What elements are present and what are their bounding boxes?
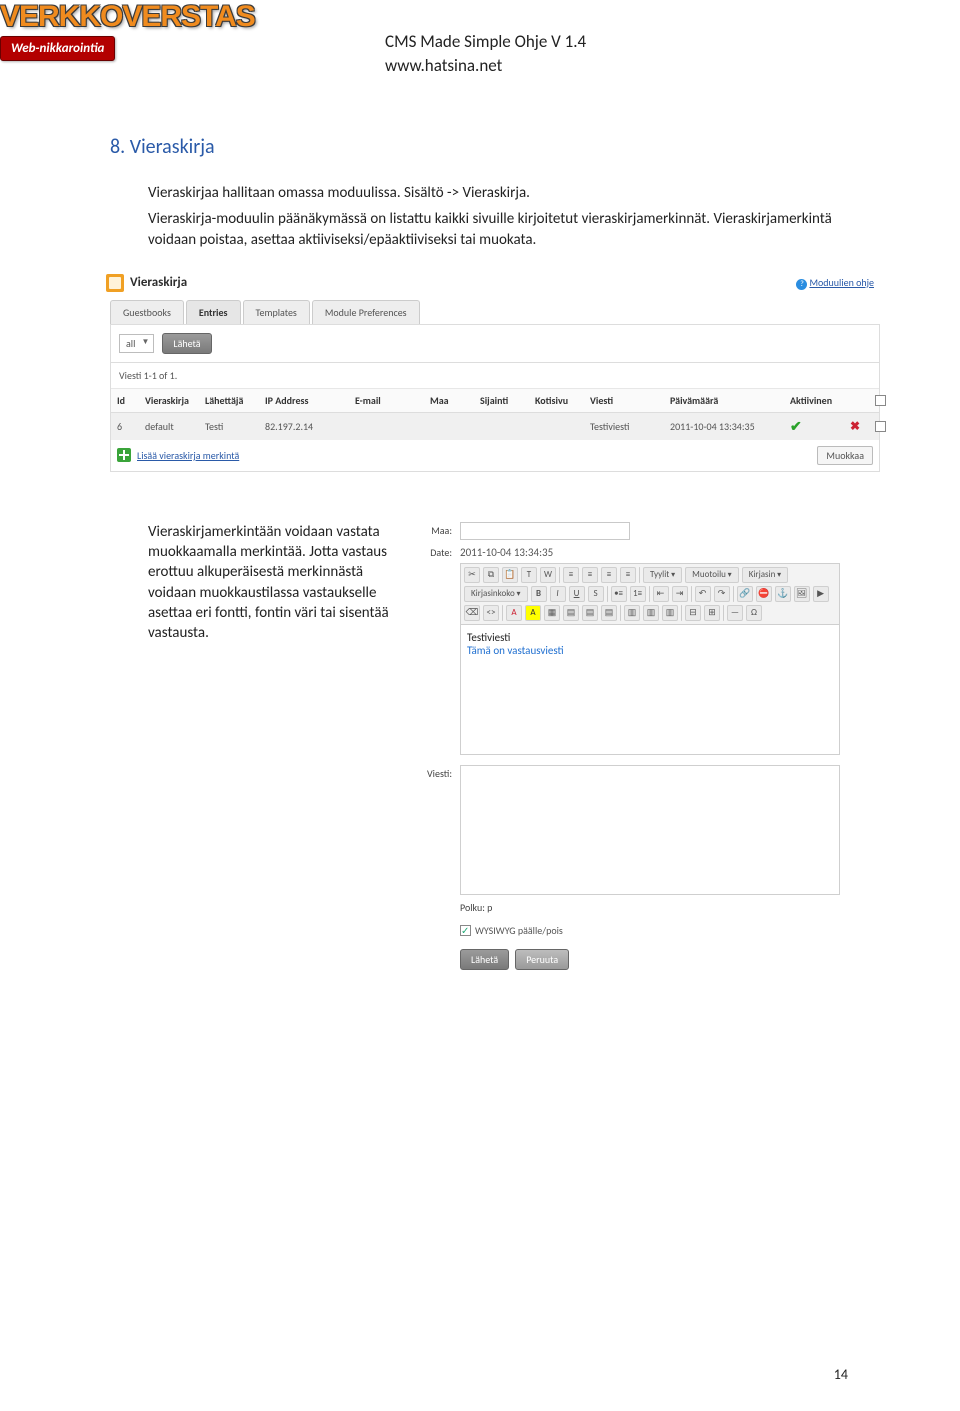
paragraph-3: Vieraskirjamerkintään voidaan vastata mu… (148, 522, 392, 644)
tb-paste-text-icon[interactable]: T (521, 567, 537, 583)
tab-guestbooks[interactable]: Guestbooks (110, 300, 184, 324)
form-send-button[interactable]: Lähetä (460, 949, 509, 970)
tb-cut-icon[interactable]: ✂ (464, 567, 480, 583)
tb-col-del-icon[interactable]: ▥ (662, 605, 678, 621)
tb-format-dd[interactable]: Muotoilu (685, 567, 739, 583)
tb-char-icon[interactable]: Ω (746, 605, 762, 621)
tb-unlink-icon[interactable]: ⛔ (756, 586, 772, 602)
wysiwyg-checkbox[interactable] (460, 925, 471, 936)
row-checkbox[interactable] (875, 421, 886, 432)
tb-underline-icon[interactable]: U (569, 586, 585, 602)
help-icon: ? (796, 279, 807, 290)
tb-align-center-icon[interactable]: ≡ (582, 567, 598, 583)
doc-title: CMS Made Simple Ohje V 1.4 (385, 30, 586, 54)
wysiwyg-editor[interactable]: Testiviesti Tämä on vastausviesti (460, 625, 840, 755)
form-cancel-button[interactable]: Peruuta (515, 949, 569, 970)
tb-media-icon[interactable]: ▶ (813, 586, 829, 602)
doc-header-text: CMS Made Simple Ohje V 1.4 www.hatsina.n… (385, 30, 586, 78)
table-row[interactable]: 6 default Testi 82.197.2.14 Testiviesti … (111, 413, 879, 440)
tab-bar: Guestbooks Entries Templates Module Pref… (110, 300, 880, 324)
add-entry-link[interactable]: Lisää vieraskirja merkintä (137, 449, 239, 462)
screenshot-editor: Maa: Date: 2011-10-04 13:34:35 ✂ ⧉ 📋 T (410, 522, 850, 970)
label-date: Date: (410, 544, 452, 559)
tb-split-icon[interactable]: ⊟ (685, 605, 701, 621)
logo: VERKKOVERSTAS Web-nikkarointia (0, 0, 255, 61)
screenshot-guestbook-list: Vieraskirja ?Moduulien ohje Guestbooks E… (100, 270, 850, 472)
tb-html-icon[interactable]: <> (483, 605, 499, 621)
tb-italic-icon[interactable]: I (550, 586, 566, 602)
tb-link-icon[interactable]: 🔗 (737, 586, 753, 602)
maa-input[interactable] (460, 522, 630, 540)
tb-ol-icon[interactable]: 1≡ (630, 586, 646, 602)
tb-paste-icon[interactable]: 📋 (502, 567, 518, 583)
delete-icon[interactable]: ✖ (850, 419, 875, 434)
tb-align-right-icon[interactable]: ≡ (601, 567, 617, 583)
tb-ul-icon[interactable]: •≡ (611, 586, 627, 602)
label-maa: Maa: (410, 522, 452, 537)
logo-sub: Web-nikkarointia (0, 36, 115, 61)
add-icon (117, 448, 131, 462)
tb-indent-icon[interactable]: ⇥ (672, 586, 688, 602)
guestbook-icon (106, 274, 124, 292)
doc-site: www.hatsina.net (385, 54, 586, 78)
tb-outdent-icon[interactable]: ⇤ (653, 586, 669, 602)
tab-module-preferences[interactable]: Module Preferences (312, 300, 420, 324)
tab-templates[interactable]: Templates (243, 300, 310, 324)
tb-color-icon[interactable]: A (506, 605, 522, 621)
tb-bold-icon[interactable]: B (531, 586, 547, 602)
tb-col-before-icon[interactable]: ▥ (624, 605, 640, 621)
tb-clean-icon[interactable]: ⌫ (464, 605, 480, 621)
tab-entries[interactable]: Entries (186, 300, 241, 324)
paragraph-1: Vieraskirjaa hallitaan omassa moduulissa… (148, 183, 850, 203)
tb-col-after-icon[interactable]: ▥ (643, 605, 659, 621)
tb-align-left-icon[interactable]: ≡ (563, 567, 579, 583)
tb-merge-icon[interactable]: ⊞ (704, 605, 720, 621)
tb-styles-dd[interactable]: Tyylit (643, 567, 682, 583)
logo-main: VERKKOVERSTAS (0, 0, 255, 34)
editor-path: Polku: p (460, 899, 492, 916)
editor-toolbar: ✂ ⧉ 📋 T W ≡ ≡ ≡ ≡ Tyylit Muot (460, 563, 840, 625)
module-help-link[interactable]: ?Moduulien ohje (100, 276, 880, 290)
section-heading: 8. Vieraskirja (110, 135, 850, 159)
tb-font-dd[interactable]: Kirjasin (742, 567, 789, 583)
page-number: 14 (834, 1366, 848, 1383)
viesti-textarea[interactable] (460, 765, 840, 895)
filter-select[interactable]: all (119, 334, 154, 353)
tb-row-before-icon[interactable]: ▤ (563, 605, 579, 621)
module-title: Vieraskirja (130, 275, 187, 290)
tb-row-del-icon[interactable]: ▤ (601, 605, 617, 621)
tb-copy-icon[interactable]: ⧉ (483, 567, 499, 583)
table-header: Id Vieraskirja Lähettäjä IP Address E-ma… (111, 389, 879, 413)
tb-align-justify-icon[interactable]: ≡ (620, 567, 636, 583)
paragraph-2: Vieraskirja-moduulin päänäkymässä on lis… (148, 209, 850, 250)
tb-anchor-icon[interactable]: ⚓ (775, 586, 791, 602)
tb-undo-icon[interactable]: ↶ (695, 586, 711, 602)
tb-image-icon[interactable]: 🖼 (794, 586, 810, 602)
wysiwyg-label: WYSIWYG päälle/pois (475, 924, 563, 937)
date-value: 2011-10-04 13:34:35 (460, 544, 553, 559)
tb-paste-word-icon[interactable]: W (540, 567, 556, 583)
select-all-checkbox[interactable] (875, 395, 886, 406)
result-counter: Viesti 1-1 of 1. (111, 363, 879, 389)
tb-redo-icon[interactable]: ↷ (714, 586, 730, 602)
active-icon[interactable]: ✔ (790, 418, 850, 435)
tb-strike-icon[interactable]: S (588, 586, 604, 602)
tb-fontsize-dd[interactable]: Kirjasinkoko (464, 586, 528, 602)
tb-row-after-icon[interactable]: ▤ (582, 605, 598, 621)
label-viesti: Viesti: (410, 765, 452, 780)
tb-table-icon[interactable]: ▦ (544, 605, 560, 621)
edit-button[interactable]: Muokkaa (817, 446, 873, 465)
tb-bgcolor-icon[interactable]: A (525, 605, 541, 621)
tb-hr-icon[interactable]: — (727, 605, 743, 621)
send-button[interactable]: Lähetä (162, 333, 211, 354)
page-header: <head> <title>Contact us http-equiv <lin… (0, 0, 960, 125)
